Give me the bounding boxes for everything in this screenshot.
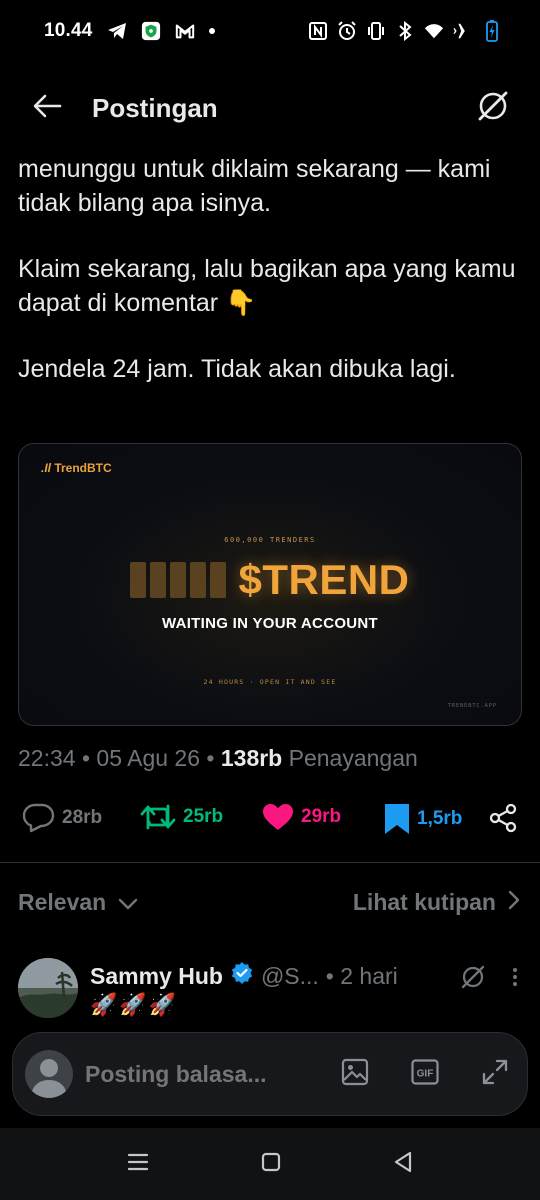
alarm-icon [337, 21, 357, 41]
vpn-shield-icon [141, 21, 161, 41]
arrow-left-icon[interactable] [32, 94, 62, 123]
share-button[interactable] [488, 803, 518, 833]
reply-composer[interactable]: GIF [12, 1032, 528, 1116]
home-icon[interactable] [261, 1152, 281, 1177]
media-subtitle: WAITING IN YOUR ACCOUNT [161, 615, 379, 632]
reply-button[interactable]: 28rb [22, 803, 102, 833]
gif-icon[interactable]: GIF [411, 1058, 439, 1090]
recents-icon[interactable] [127, 1153, 149, 1176]
redacted-blocks-icon [130, 562, 227, 598]
reply-sort-row: Relevan Lihat kutipan [18, 884, 520, 920]
nfc-icon [308, 21, 328, 41]
like-button[interactable]: 29rb [262, 803, 341, 831]
back-icon[interactable] [393, 1151, 413, 1178]
post-paragraph: Jendela 24 jam. Tidak akan dibuka lagi. [18, 355, 456, 383]
media-kicker: 600,000 TRENDERS [224, 536, 316, 544]
telegram-icon [107, 21, 127, 41]
bluetooth-icon [395, 21, 415, 41]
post-body: menunggu untuk diklaim sekarang — kami t… [18, 152, 523, 418]
reply-count: 28rb [62, 807, 103, 828]
status-time: 10.44 [44, 20, 93, 41]
chevron-right-icon [508, 889, 520, 916]
views-count: 138rb [220, 745, 283, 771]
like-count: 29rb [301, 806, 342, 827]
repost-icon [140, 803, 176, 831]
post-meta: 22:34 • 05 Agu 26 • 138rb Penayangan [18, 745, 418, 772]
post-header: Postingan [0, 62, 540, 154]
views-label[interactable]: Penayangan [289, 745, 418, 771]
repost-count: 25rb [183, 806, 224, 827]
grok-icon[interactable] [476, 89, 510, 128]
reply-header: Sammy Hub @S... • 2 hari [90, 961, 398, 991]
more-vertical-icon[interactable] [512, 967, 518, 992]
reply-author-name[interactable]: Sammy Hub [90, 963, 223, 990]
wifi-icon [424, 21, 444, 41]
reply-time: • 2 hari [325, 962, 398, 989]
expand-icon[interactable] [481, 1058, 509, 1091]
media-ticker: $TREND [238, 556, 410, 603]
media-brand-logo: .Il TrendBTC [41, 461, 112, 475]
reply-icon [22, 803, 55, 833]
airplane-icon [453, 21, 473, 41]
composer-tools: GIF [341, 1058, 509, 1091]
battery-icon [482, 20, 502, 42]
gmail-icon [175, 21, 195, 41]
bookmark-button[interactable]: 1,5rb [384, 803, 462, 835]
media-headline: $TREND [19, 556, 521, 604]
page-title: Postingan [92, 92, 218, 123]
view-quotes-label: Lihat kutipan [352, 888, 496, 915]
meta-separator: • [81, 745, 97, 771]
media-brand-label: TrendBTC [54, 461, 112, 475]
post-date: 05 Agu 26 [96, 745, 201, 771]
reply-input[interactable] [85, 1060, 295, 1088]
svg-text:GIF: GIF [417, 1068, 434, 1079]
post-paragraph: Klaim sekarang, lalu bagikan apa yang ka… [18, 255, 516, 317]
trend-logo-icon: .Il [41, 461, 55, 475]
verified-badge-icon [230, 961, 254, 991]
post-paragraph: menunggu untuk diklaim sekarang — kami t… [18, 155, 491, 217]
reply-tools [460, 964, 518, 995]
view-quotes-link[interactable]: Lihat kutipan [353, 889, 520, 916]
grok-icon[interactable] [460, 964, 486, 995]
reply-text: 🚀🚀🚀 [90, 992, 179, 1017]
repost-button[interactable]: 25rb [140, 803, 223, 831]
divider [0, 862, 540, 863]
avatar[interactable] [18, 958, 78, 1018]
media-footer: 24 HOURS · OPEN IT AND SEE [203, 678, 337, 686]
system-nav-bar [0, 1128, 540, 1200]
notification-dot-icon [208, 28, 215, 34]
vibrate-icon [366, 21, 386, 41]
sort-label: Relevan [18, 888, 107, 915]
post-media-image[interactable]: .Il TrendBTC 600,000 TRENDERS $TREND WAI… [18, 443, 522, 726]
user-avatar-icon [25, 1050, 73, 1098]
bookmark-count: 1,5rb [417, 808, 463, 829]
status-bar: 10.44 [0, 0, 540, 62]
sort-dropdown[interactable]: Relevan [18, 889, 138, 916]
reply-item[interactable]: Sammy Hub @S... • 2 hari 🚀🚀🚀 [18, 958, 522, 1028]
image-icon[interactable] [341, 1058, 369, 1091]
heart-icon [262, 803, 294, 831]
reply-author-handle: @S... [260, 962, 319, 989]
share-icon [488, 803, 518, 833]
post-actions: 28rb 25rb 29rb 1,5rb [22, 803, 522, 839]
meta-separator: • [206, 745, 221, 771]
chevron-down-icon [118, 889, 138, 916]
media-url: TRENDBTC.APP [447, 703, 497, 709]
bookmark-icon [384, 803, 410, 835]
post-time: 22:34 [18, 745, 76, 771]
